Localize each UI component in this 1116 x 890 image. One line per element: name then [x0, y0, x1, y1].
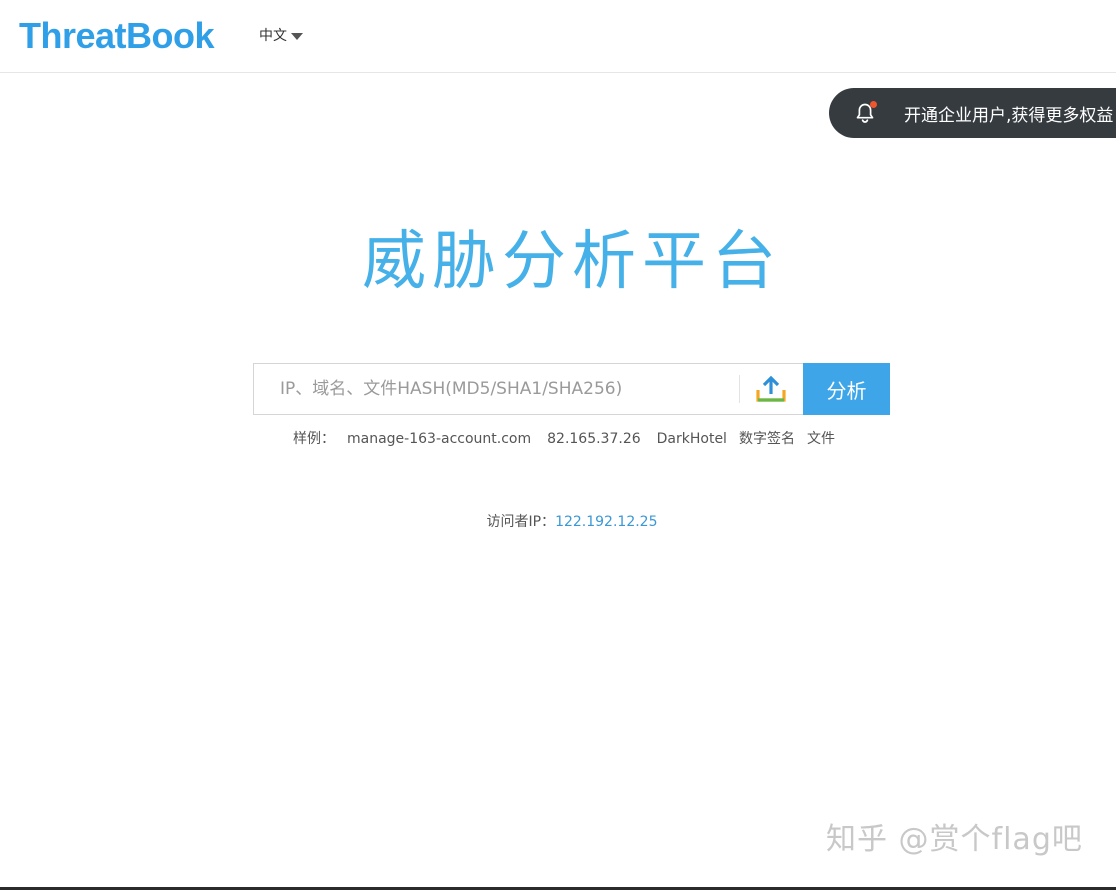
- sample-links: 样例： manage-163-account.com 82.165.37.26 …: [293, 429, 851, 449]
- notification-dot: [870, 101, 877, 108]
- enterprise-promo-banner[interactable]: 开通企业用户,获得更多权益: [829, 88, 1116, 138]
- caret-down-icon: [291, 32, 303, 40]
- sample-file-link[interactable]: 文件: [807, 429, 835, 449]
- top-header: ThreatBook 中文: [0, 0, 1116, 73]
- language-label: 中文: [259, 28, 287, 44]
- sample-ip-link[interactable]: 82.165.37.26: [547, 429, 641, 449]
- threatbook-logo[interactable]: ThreatBook: [19, 14, 215, 58]
- page: ThreatBook 中文 开通企业用户,获得更多权益 威胁分析平台 IP、域名…: [0, 0, 1116, 890]
- language-selector[interactable]: 中文: [259, 27, 303, 45]
- sample-signature-link[interactable]: 数字签名: [739, 429, 795, 449]
- zhihu-watermark: 知乎 @赏个flag吧: [826, 822, 1083, 857]
- search-input[interactable]: [254, 364, 734, 414]
- sample-label: 样例：: [293, 431, 335, 447]
- upload-icon[interactable]: [754, 373, 788, 405]
- page-title: 威胁分析平台: [362, 225, 782, 299]
- bell-icon: [853, 101, 877, 125]
- visitor-ip-label: 访问者IP：: [486, 514, 556, 530]
- visitor-ip: 访问者IP：122.192.12.25: [0, 512, 1116, 532]
- sample-darkhotel-link[interactable]: DarkHotel: [657, 429, 727, 449]
- analyze-button[interactable]: 分析: [803, 363, 890, 415]
- promo-text: 开通企业用户,获得更多权益: [904, 105, 1114, 126]
- search-divider: [739, 375, 740, 403]
- sample-domain-link[interactable]: manage-163-account.com: [347, 429, 531, 449]
- search-box: [253, 363, 803, 415]
- visitor-ip-value[interactable]: 122.192.12.25: [555, 514, 657, 530]
